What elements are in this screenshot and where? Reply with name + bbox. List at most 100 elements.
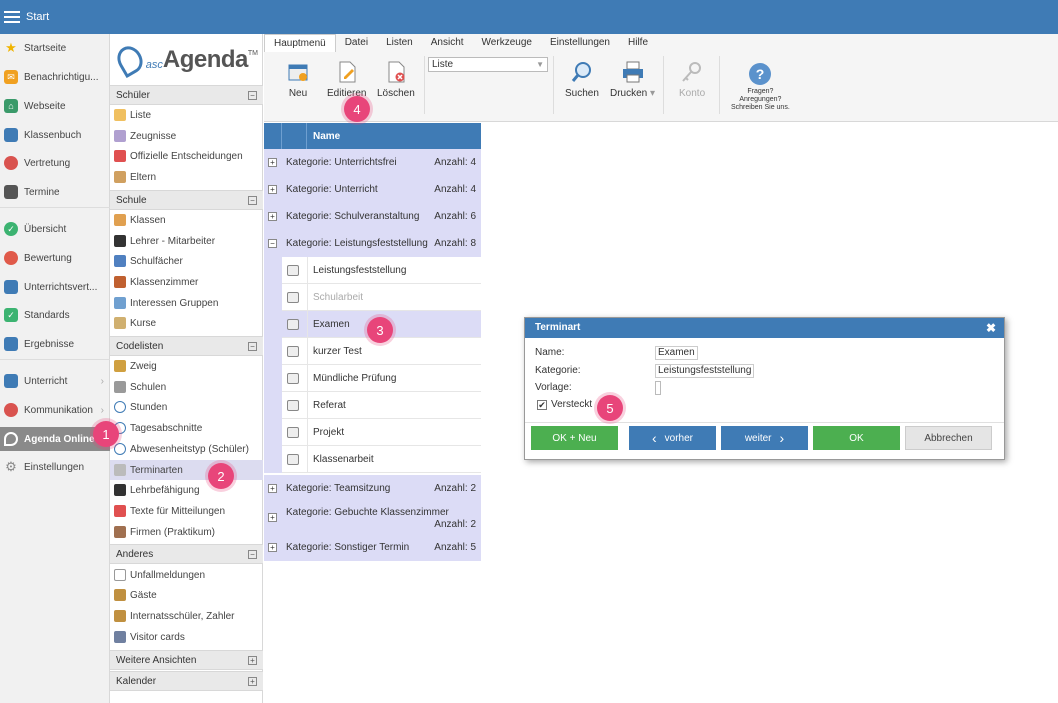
name-field[interactable]: Examen <box>655 346 698 360</box>
edit-button[interactable]: Editieren <box>327 60 366 99</box>
feedback-button[interactable]: ? Fragen? Anregungen? Schreiben Sie uns. <box>731 62 790 112</box>
list-item[interactable]: Leistungsfeststellung <box>264 257 481 284</box>
nav-item-uebersicht[interactable]: ✓ Übersicht <box>0 218 110 240</box>
expand-icon[interactable]: + <box>248 677 257 686</box>
menu-item-abwesenheitstyp[interactable]: Abwesenheitstyp (Schüler) <box>110 439 263 459</box>
menu-item-lehrer[interactable]: Lehrer - Mitarbeiter <box>110 231 263 251</box>
list-item[interactable]: kurzer Test <box>264 338 481 365</box>
menu-item-offizielle-entscheidungen[interactable]: Offizielle Entscheidungen <box>110 146 263 166</box>
section-header-schueler[interactable]: Schüler − <box>110 85 263 105</box>
print-button[interactable]: Drucken ▾ <box>610 60 655 99</box>
ok-new-button[interactable]: OK + Neu <box>531 426 618 450</box>
hamburger-menu-icon[interactable] <box>4 11 20 23</box>
menu-item-eltern[interactable]: Eltern <box>110 167 263 187</box>
expand-icon[interactable]: + <box>268 513 277 522</box>
ok-button[interactable]: OK <box>813 426 900 450</box>
menu-item-unfallmeldungen[interactable]: Unfallmeldungen <box>110 565 263 585</box>
menu-item-stunden[interactable]: Stunden <box>110 397 263 417</box>
section-header-kalender[interactable]: Kalender + <box>110 671 263 691</box>
account-button[interactable]: Konto <box>679 60 705 99</box>
nav-item-kommunikation[interactable]: Kommunikation › <box>0 399 110 421</box>
tab-listen[interactable]: Listen <box>377 34 422 52</box>
expand-icon[interactable]: + <box>268 185 277 194</box>
tab-ansicht[interactable]: Ansicht <box>422 34 473 52</box>
menu-item-schulfaecher[interactable]: Schulfächer <box>110 251 263 271</box>
tab-datei[interactable]: Datei <box>336 34 377 52</box>
category-row[interactable]: + Kategorie: Unterrichtsfrei Anzahl: 4 <box>264 149 481 176</box>
menu-item-tagesabschnitte[interactable]: Tagesabschnitte <box>110 418 263 438</box>
nav-item-unterricht[interactable]: Unterricht › <box>0 370 110 392</box>
menu-item-texte-mitteilungen[interactable]: Texte für Mitteilungen <box>110 501 263 521</box>
category-row[interactable]: + Kategorie: Sonstiger Termin Anzahl: 5 <box>264 534 481 561</box>
next-button[interactable]: weiter › <box>721 426 808 450</box>
new-button[interactable]: Neu <box>286 60 310 99</box>
category-row[interactable]: + Kategorie: Gebuchte Klassenzimmer Anzahl… <box>264 502 481 534</box>
menu-item-klassenzimmer[interactable]: Klassenzimmer <box>110 272 263 292</box>
search-button[interactable]: Suchen <box>565 60 599 99</box>
tab-hilfe[interactable]: Hilfe <box>619 34 657 52</box>
expand-icon[interactable]: + <box>268 212 277 221</box>
menu-item-visitor-cards[interactable]: Visitor cards <box>110 627 263 647</box>
delete-button[interactable]: Löschen <box>377 60 415 99</box>
nav-item-termine[interactable]: Termine <box>0 181 110 203</box>
menu-item-terminarten[interactable]: Terminarten <box>110 460 263 480</box>
nav-item-vertretung[interactable]: Vertretung <box>0 152 110 174</box>
column-header-name[interactable]: Name <box>307 131 340 142</box>
section-header-codelisten[interactable]: Codelisten − <box>110 336 263 356</box>
menu-item-kurse[interactable]: Kurse <box>110 313 263 333</box>
menu-item-liste[interactable]: Liste <box>110 105 263 125</box>
cancel-button[interactable]: Abbrechen <box>905 426 992 450</box>
category-row[interactable]: + Kategorie: Teamsitzung Anzahl: 2 <box>264 475 481 502</box>
vorlage-field[interactable] <box>655 381 661 395</box>
collapse-icon[interactable]: − <box>248 196 257 205</box>
category-row[interactable]: − Kategorie: Leistungsfeststellung Anzahl:… <box>264 230 481 257</box>
collapse-icon[interactable]: − <box>248 342 257 351</box>
tab-hauptmenue[interactable]: Hauptmenü <box>264 34 336 52</box>
menu-item-lehrbefaehigung[interactable]: Lehrbefähigung <box>110 480 263 500</box>
expand-icon[interactable]: + <box>268 543 277 552</box>
kategorie-field[interactable]: Leistungsfeststellung <box>655 364 755 378</box>
versteckt-checkbox[interactable]: ✔ <box>537 400 547 410</box>
collapse-icon[interactable]: − <box>248 91 257 100</box>
person-icon <box>4 156 18 170</box>
cell-divider <box>307 446 308 473</box>
list-item[interactable]: Klassenarbeit <box>264 446 481 473</box>
nav-item-einstellungen[interactable]: ⚙ Einstellungen <box>0 456 110 478</box>
previous-button[interactable]: ‹ vorher <box>629 426 716 450</box>
nav-item-unterrichtsverteilung[interactable]: Unterrichtsvert... <box>0 276 110 298</box>
list-item[interactable]: Mündliche Prüfung <box>264 365 481 392</box>
nav-item-startseite[interactable]: ★ Startseite <box>0 37 110 59</box>
tab-werkzeuge[interactable]: Werkzeuge <box>473 34 541 52</box>
nav-item-standards[interactable]: ✓ Standards <box>0 304 110 326</box>
menu-item-klassen[interactable]: Klassen <box>110 210 263 230</box>
section-header-schule[interactable]: Schule − <box>110 190 263 210</box>
expand-icon[interactable]: + <box>268 484 277 493</box>
section-header-weitere-ansichten[interactable]: Weitere Ansichten + <box>110 650 263 670</box>
close-icon[interactable]: ✖ <box>986 318 996 338</box>
expand-icon[interactable]: + <box>248 656 257 665</box>
menu-item-interessen-gruppen[interactable]: Interessen Gruppen <box>110 293 263 313</box>
menu-item-gaeste[interactable]: Gäste <box>110 585 263 605</box>
collapse-icon[interactable]: − <box>268 239 277 248</box>
toolbar-divider <box>663 56 664 114</box>
collapse-icon[interactable]: − <box>248 550 257 559</box>
menu-item-internatsschueler[interactable]: Internatsschüler, Zahler <box>110 606 263 626</box>
list-item[interactable]: Schularbeit <box>264 284 481 311</box>
nav-item-benachrichtigungen[interactable]: ✉ Benachrichtigu... <box>0 66 110 88</box>
list-item[interactable]: Projekt <box>264 419 481 446</box>
list-view-select[interactable]: Liste ▼ <box>428 57 548 72</box>
menu-item-zeugnisse[interactable]: Zeugnisse <box>110 126 263 146</box>
menu-item-zweig[interactable]: Zweig <box>110 356 263 376</box>
category-row[interactable]: + Kategorie: Schulveranstaltung Anzahl: 6 <box>264 203 481 230</box>
nav-item-webseite[interactable]: ⌂ Webseite <box>0 95 110 117</box>
nav-item-ergebnisse[interactable]: Ergebnisse <box>0 333 110 355</box>
menu-item-firmen[interactable]: Firmen (Praktikum) <box>110 522 263 542</box>
category-row[interactable]: + Kategorie: Unterricht Anzahl: 4 <box>264 176 481 203</box>
nav-item-bewertung[interactable]: Bewertung <box>0 247 110 269</box>
nav-item-klassenbuch[interactable]: Klassenbuch <box>0 124 110 146</box>
menu-item-schulen[interactable]: Schulen <box>110 377 263 397</box>
expand-icon[interactable]: + <box>268 158 277 167</box>
list-item[interactable]: Referat <box>264 392 481 419</box>
section-header-anderes[interactable]: Anderes − <box>110 544 263 564</box>
tab-einstellungen[interactable]: Einstellungen <box>541 34 619 52</box>
